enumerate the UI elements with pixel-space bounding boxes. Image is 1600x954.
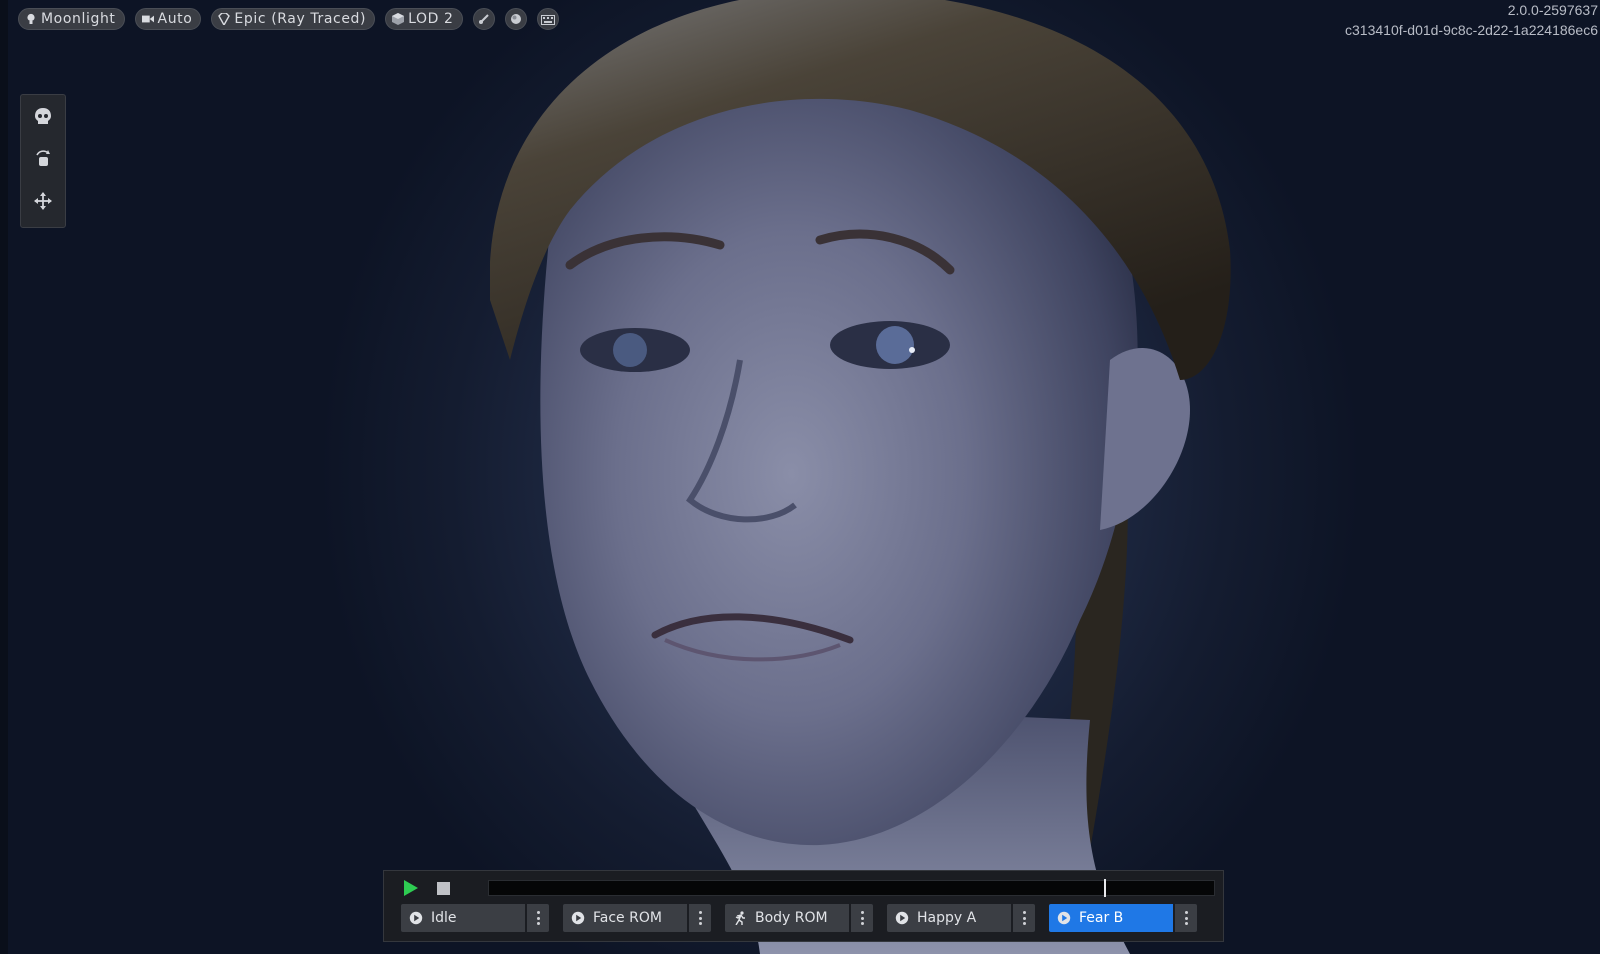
more-vertical-icon (1184, 911, 1188, 925)
rotate-tool-button[interactable] (29, 147, 57, 175)
running-figure-icon (733, 911, 747, 925)
more-vertical-icon (698, 911, 702, 925)
animation-more-button[interactable] (527, 904, 549, 932)
lighting-label: Moonlight (41, 11, 116, 27)
animation-label: Fear B (1079, 910, 1124, 926)
build-version: 2.0.0-2597637 c313410f-d01d-9c8c-2d22-1a… (1345, 0, 1598, 40)
skull-tool-button[interactable] (29, 105, 57, 133)
animation-button[interactable]: Fear B (1049, 904, 1173, 932)
build-guid: c313410f-d01d-9c8c-2d22-1a224186ec6 (1345, 22, 1598, 38)
animation-more-button[interactable] (689, 904, 711, 932)
camera-label: Auto (157, 11, 193, 27)
hand-rotate-icon (34, 150, 52, 172)
play-circle-icon (571, 911, 585, 925)
play-icon (402, 880, 420, 901)
keyboard-button[interactable] (536, 8, 559, 30)
animation-item: Fear B (1049, 904, 1197, 932)
animation-label: Idle (431, 910, 457, 926)
animation-timeline[interactable] (488, 879, 1215, 897)
top-toolbar: Moonlight Auto Epic (Ray Traced) LOD 2 (18, 8, 559, 30)
more-vertical-icon (860, 911, 864, 925)
keyboard-icon (540, 10, 555, 29)
left-toolbar (20, 94, 66, 228)
animation-button[interactable]: Happy A (887, 904, 1011, 932)
brush-icon (478, 10, 490, 29)
more-vertical-icon (536, 911, 540, 925)
animation-list: Idle Face ROM Body ROM Happy A Fear B (401, 904, 1197, 932)
timeline-playhead[interactable] (1103, 879, 1106, 897)
move-arrows-icon (34, 192, 52, 214)
stop-button[interactable] (437, 882, 450, 895)
camera-dropdown[interactable]: Auto (134, 8, 202, 30)
move-tool-button[interactable] (29, 189, 57, 217)
play-circle-icon (895, 911, 909, 925)
quality-label: Epic (Ray Traced) (234, 11, 367, 27)
animation-button[interactable]: Face ROM (563, 904, 687, 932)
diamond-icon (218, 13, 231, 25)
animation-item: Idle (401, 904, 549, 932)
play-circle-icon (409, 911, 423, 925)
animation-button[interactable]: Idle (401, 904, 525, 932)
quality-dropdown[interactable]: Epic (Ray Traced) (211, 8, 376, 30)
animation-label: Body ROM (755, 910, 828, 926)
version-number: 2.0.0-2597637 (1507, 2, 1598, 18)
play-circle-icon (1057, 911, 1071, 925)
lightbulb-icon (25, 13, 37, 25)
cube-icon (392, 13, 405, 25)
animation-label: Happy A (917, 910, 977, 926)
animation-item: Happy A (887, 904, 1035, 932)
animation-button[interactable]: Body ROM (725, 904, 849, 932)
more-vertical-icon (1022, 911, 1026, 925)
lod-label: LOD 2 (408, 11, 454, 27)
sphere-button[interactable] (504, 8, 527, 30)
animation-more-button[interactable] (1175, 904, 1197, 932)
animation-label: Face ROM (593, 910, 662, 926)
animation-item: Body ROM (725, 904, 873, 932)
animation-more-button[interactable] (851, 904, 873, 932)
play-button[interactable] (402, 879, 420, 897)
animation-panel: Idle Face ROM Body ROM Happy A Fear B (383, 870, 1224, 942)
sphere-icon (510, 10, 522, 29)
animation-more-button[interactable] (1013, 904, 1035, 932)
video-camera-icon (141, 13, 154, 25)
animation-item: Face ROM (563, 904, 711, 932)
skull-icon (35, 108, 51, 130)
lod-dropdown[interactable]: LOD 2 (385, 8, 463, 30)
character-render (490, 0, 1250, 954)
brush-button[interactable] (472, 8, 495, 30)
lighting-dropdown[interactable]: Moonlight (18, 8, 125, 30)
character-viewport[interactable]: Moonlight Auto Epic (Ray Traced) LOD 2 2… (0, 0, 1600, 954)
